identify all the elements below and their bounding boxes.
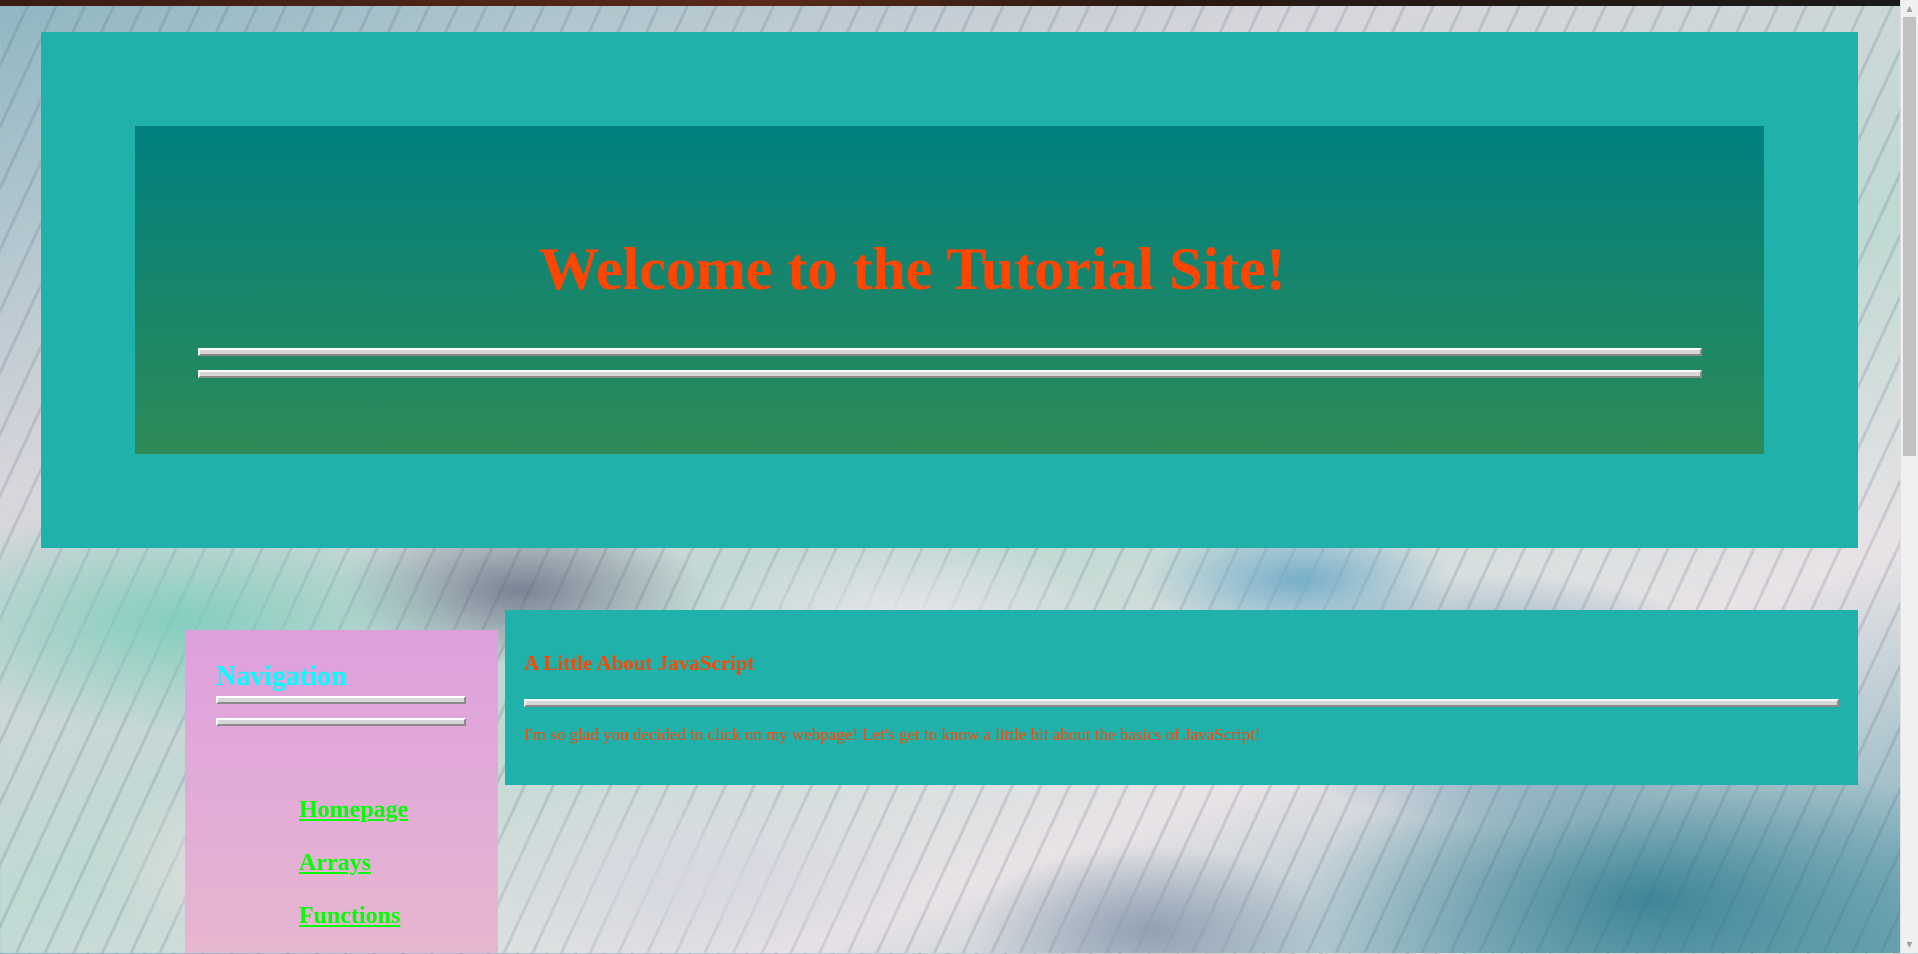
nav-link-functions[interactable]: Functions bbox=[299, 903, 400, 929]
nav-link-arrays[interactable]: Arrays bbox=[299, 850, 371, 876]
site-title: Welcome to the Tutorial Site! bbox=[539, 236, 1286, 302]
header-banner: Welcome to the Tutorial Site! bbox=[135, 126, 1764, 454]
nav-link-homepage[interactable]: Homepage bbox=[299, 797, 408, 823]
scrollbar-thumb[interactable] bbox=[1903, 17, 1916, 456]
nav-divider-bottom bbox=[216, 718, 466, 726]
nav-item-arrays: Arrays bbox=[299, 848, 408, 901]
navigation-list: Homepage Arrays Functions bbox=[299, 795, 408, 954]
triangle-down-icon[interactable]: ▼ bbox=[1901, 936, 1918, 953]
triangle-up-icon[interactable]: ▲ bbox=[1901, 0, 1918, 17]
content-panel: A Little About JavaScript I'm so glad yo… bbox=[505, 610, 1858, 785]
nav-item-homepage: Homepage bbox=[299, 795, 408, 848]
content-title: A Little About JavaScript bbox=[524, 651, 755, 675]
vertical-scrollbar[interactable]: ▲ ▼ bbox=[1900, 0, 1918, 953]
browser-top-strip bbox=[0, 0, 1918, 6]
nav-divider-top bbox=[216, 696, 466, 704]
navigation-title: Navigation bbox=[216, 661, 347, 692]
header-divider-top bbox=[198, 348, 1702, 356]
navigation-panel: Navigation Homepage Arrays Functions bbox=[185, 630, 498, 953]
content-intro-text: I'm so glad you decided to click on my w… bbox=[524, 725, 1261, 744]
nav-item-functions: Functions bbox=[299, 901, 408, 954]
site-header: Welcome to the Tutorial Site! bbox=[41, 32, 1858, 548]
content-divider bbox=[524, 699, 1839, 707]
header-divider-bottom bbox=[198, 370, 1702, 378]
